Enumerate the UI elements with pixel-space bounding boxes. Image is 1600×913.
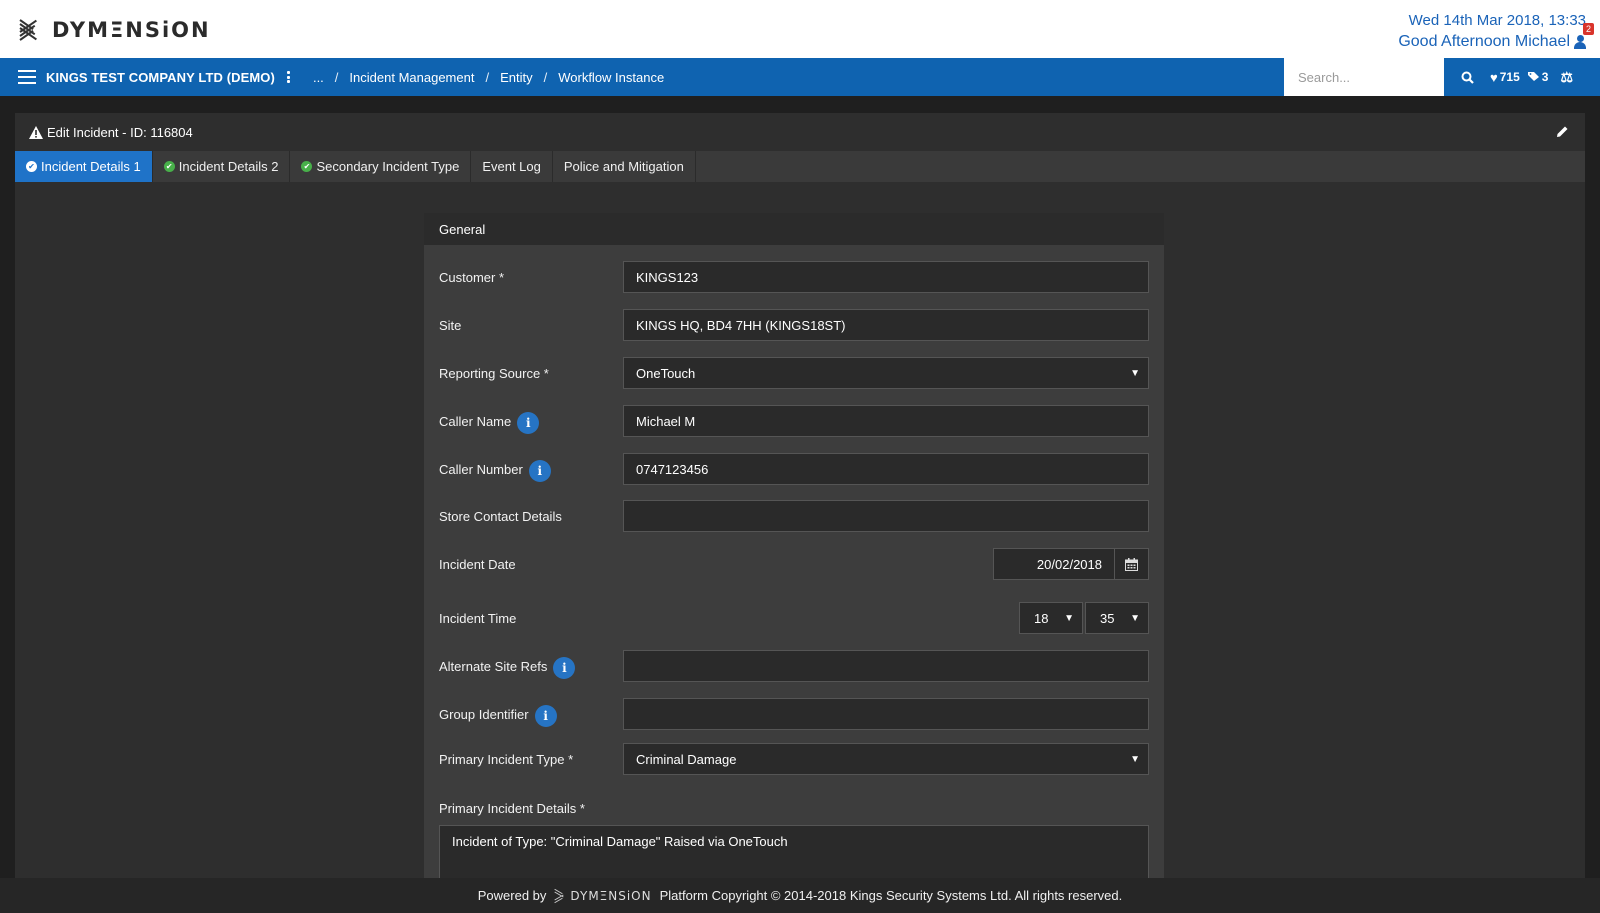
reporting-source-label: Reporting Source * [439,365,549,381]
alternate-site-refs-field[interactable] [623,650,1149,682]
edit-incident-panel: Edit Incident - ID: 116804 ✔ Incident De… [15,113,1585,878]
breadcrumb-workflow-instance[interactable]: Workflow Instance [558,70,664,85]
menu-icon[interactable] [18,70,36,84]
breadcrumb-incident-management[interactable]: Incident Management [349,70,474,85]
tab-incident-details-1[interactable]: ✔ Incident Details 1 [15,151,153,182]
primary-incident-details-textarea[interactable]: Incident of Type: "Criminal Damage" Rais… [439,825,1149,878]
dropdown-caret-icon: ▼ [1064,613,1074,624]
breadcrumb: ... / Incident Management / Entity / Wor… [312,69,665,85]
company-name[interactable]: KINGS TEST COMPANY LTD (DEMO) [46,70,275,85]
footer-logo-text: DYMΞNSiON [570,888,652,903]
favourites-stat[interactable]: ♥ 715 [1490,70,1520,85]
check-circle-icon: ✔ [163,161,175,172]
section-title: General [424,213,1164,245]
current-datetime: Wed 14th Mar 2018, 13:33 [1408,12,1586,29]
favourites-count: 715 [1499,70,1520,84]
info-icon[interactable]: i [528,460,551,482]
tab-secondary-incident-type[interactable]: ✔ Secondary Incident Type [290,151,472,182]
breadcrumb-entity[interactable]: Entity [500,70,533,85]
caller-name-field[interactable]: Michael M [623,405,1149,437]
caller-number-label: Caller Number [439,461,523,477]
footer-logo: DYMΞNSiON [554,888,652,903]
site-field[interactable]: KINGS HQ, BD4 7HH (KINGS18ST) [623,309,1149,341]
alternate-site-refs-label: Alternate Site Refs [439,658,548,674]
tag-icon [1527,70,1540,85]
customer-field[interactable]: KINGS123 [623,261,1149,293]
tab-event-log[interactable]: Event Log [471,151,553,182]
reporting-source-select[interactable]: OneTouch ▼ [623,357,1149,389]
incident-minute-select[interactable]: 35 ▼ [1085,602,1149,634]
scales-icon[interactable]: ⚖ [1560,69,1573,86]
user-info: Wed 14th Mar 2018, 13:33 Good Afternoon … [1398,10,1594,52]
incident-hour-select[interactable]: 18 ▼ [1019,602,1083,634]
tab-police-and-mitigation[interactable]: Police and Mitigation [553,151,696,182]
incident-hour-value: 18 [1034,610,1049,626]
store-contact-field[interactable] [623,500,1149,532]
primary-incident-type-select[interactable]: Criminal Damage ▼ [623,743,1149,775]
general-form-card: General Customer * KINGS123 Site KINGS H… [424,213,1164,878]
info-icon[interactable]: i [553,657,576,679]
notification-badge[interactable]: 2 [1582,22,1594,35]
primary-incident-type-label: Primary Incident Type * [439,751,574,767]
primary-incident-type-value: Criminal Damage [636,751,737,767]
dropdown-caret-icon: ▼ [1130,368,1140,379]
logo-text: DYMΞNSiON [52,18,211,42]
caller-number-field[interactable]: 0747123456 [623,453,1149,485]
incident-date-label: Incident Date [439,556,516,572]
tags-count: 3 [1541,70,1549,84]
company-options-icon[interactable] [286,71,291,83]
group-identifier-field[interactable] [623,698,1149,730]
info-icon[interactable]: i [534,705,557,727]
check-circle-icon: ✔ [26,161,37,172]
info-icon[interactable]: i [517,412,540,434]
dropdown-caret-icon: ▼ [1130,754,1140,765]
dropdown-caret-icon: ▼ [1130,613,1140,624]
edit-pencil-icon[interactable] [1556,125,1569,141]
store-contact-label: Store Contact Details [439,508,562,524]
search-input[interactable] [1284,58,1444,96]
panel-title: Edit Incident - ID: 116804 [47,124,193,140]
logo-mark-icon [19,17,46,43]
dymension-logo[interactable]: DYMΞNSiON [19,16,211,44]
top-header: DYMΞNSiON Wed 14th Mar 2018, 13:33 Good … [0,0,1600,58]
user-icon[interactable]: 2 [1574,22,1594,49]
primary-incident-details-label: Primary Incident Details * [439,801,585,816]
footer: Powered by DYMΞNSiON Platform Copyright … [0,878,1600,913]
customer-label: Customer * [439,269,505,285]
search-icon[interactable] [1452,58,1482,96]
incident-minute-value: 35 [1100,610,1115,626]
reporting-source-value: OneTouch [636,365,696,381]
footer-powered-by: Powered by [477,888,547,903]
tab-incident-details-2[interactable]: ✔ Incident Details 2 [153,151,291,182]
incident-time-label: Incident Time [439,610,517,626]
incident-date-field[interactable]: 20/02/2018 [993,548,1115,580]
greeting-text: Good Afternoon Michael [1398,33,1570,50]
site-label: Site [439,317,462,333]
footer-copyright: Platform Copyright © 2014-2018 Kings Sec… [659,888,1123,903]
logo-mark-icon [554,888,566,903]
calendar-icon[interactable] [1115,548,1149,580]
warning-icon [29,125,43,139]
incident-tabs: ✔ Incident Details 1 ✔ Incident Details … [15,151,1585,182]
main-nav: KINGS TEST COMPANY LTD (DEMO) ... / Inci… [0,58,1600,96]
caller-name-label: Caller Name [439,413,512,429]
tags-stat[interactable]: 3 [1527,70,1549,85]
heart-icon: ♥ [1490,69,1498,85]
group-identifier-label: Group Identifier [439,706,529,722]
check-circle-icon: ✔ [301,161,313,172]
breadcrumb-ellipsis[interactable]: ... [313,70,324,85]
